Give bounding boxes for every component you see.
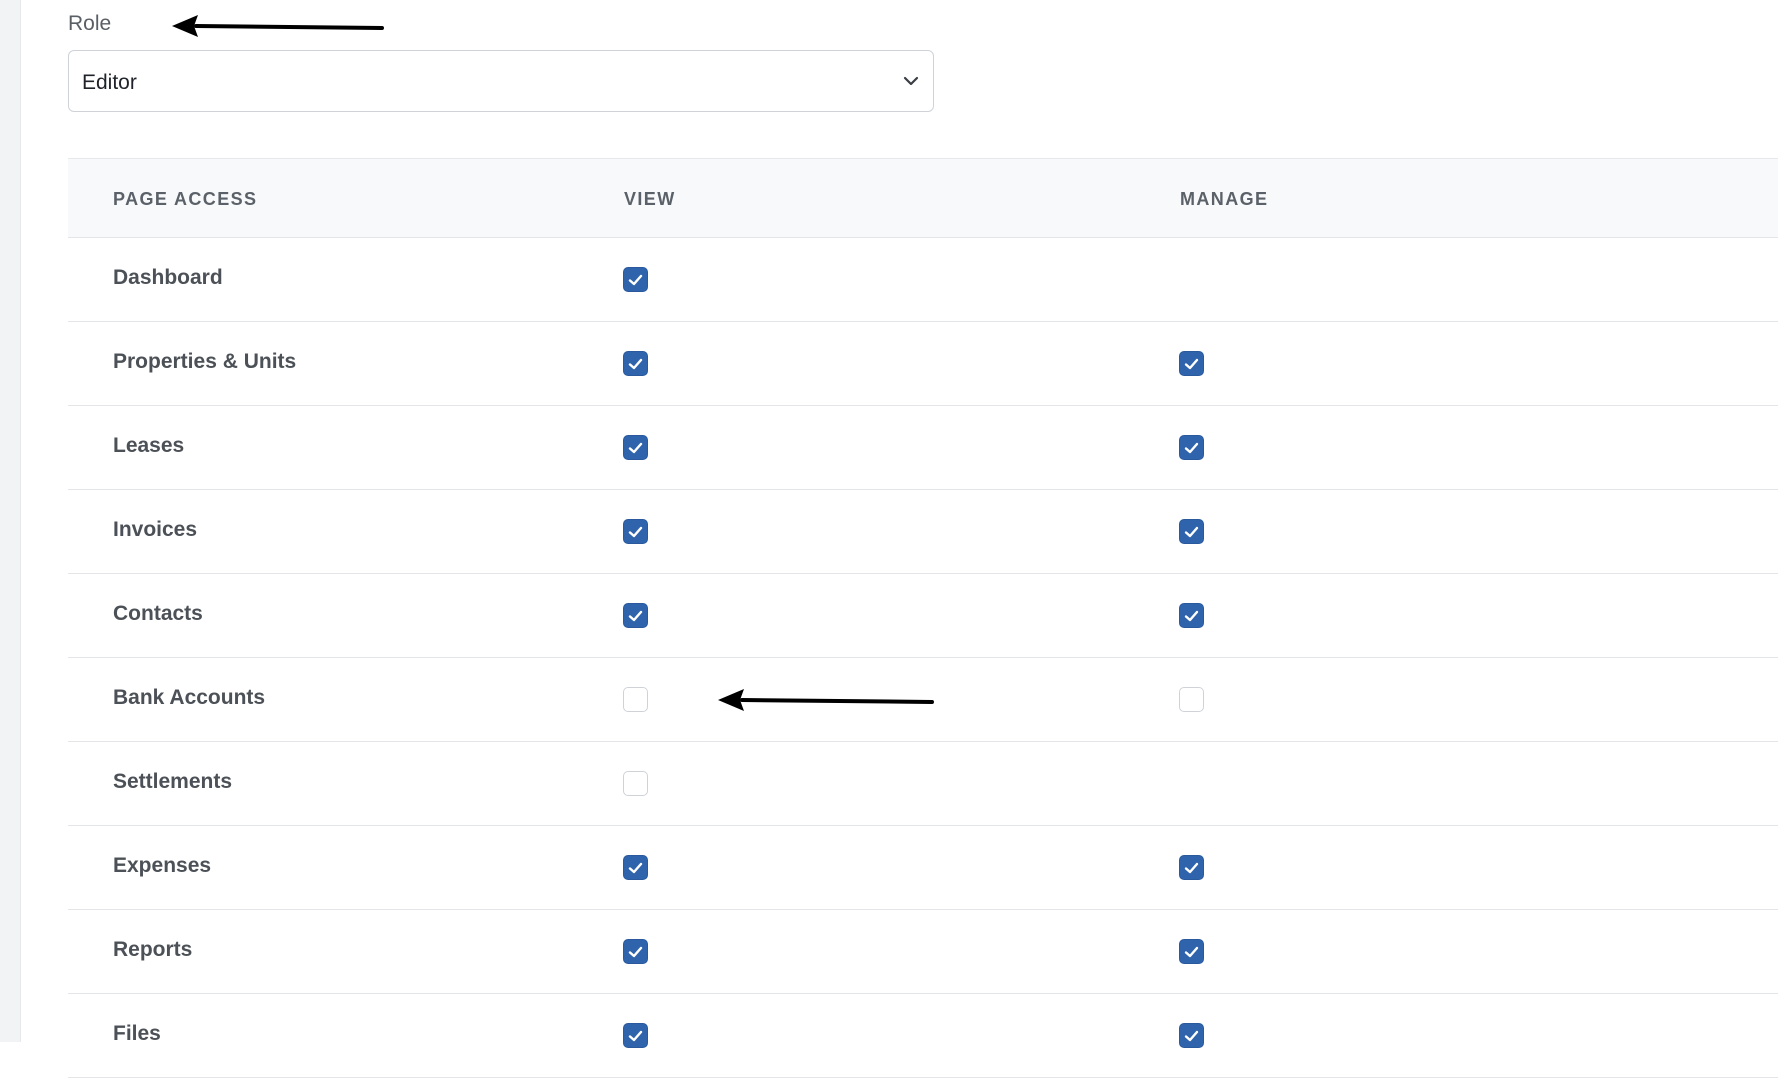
checkmark-icon [628, 862, 643, 873]
view-checkbox[interactable] [623, 1023, 648, 1048]
page-name: Reports [113, 938, 193, 961]
view-checkbox[interactable] [623, 435, 648, 460]
view-checkbox[interactable] [623, 939, 648, 964]
table-row: Leases [68, 406, 1778, 490]
checkmark-icon [1184, 862, 1199, 873]
manage-checkbox[interactable] [1179, 603, 1204, 628]
header-manage: MANAGE [1180, 189, 1269, 209]
manage-checkbox[interactable] [1179, 939, 1204, 964]
table-row: Expenses [68, 826, 1778, 910]
checkmark-icon [628, 946, 643, 957]
checkmark-icon [1184, 946, 1199, 957]
view-checkbox[interactable] [623, 771, 648, 796]
table-row: Properties & Units [68, 322, 1778, 406]
view-checkbox[interactable] [623, 855, 648, 880]
view-checkbox[interactable] [623, 267, 648, 292]
page-name: Files [113, 1022, 161, 1045]
page-name: Bank Accounts [113, 686, 266, 709]
left-rail [0, 0, 21, 1042]
chevron-down-icon [903, 76, 919, 86]
table-row: Reports [68, 910, 1778, 994]
page-name: Dashboard [113, 266, 223, 289]
table-row: Contacts [68, 574, 1778, 658]
header-view: VIEW [624, 189, 676, 209]
page-access-table: PAGE ACCESS VIEW MANAGE Dashboard Propert… [68, 158, 1778, 1078]
view-checkbox[interactable] [623, 351, 648, 376]
table-row: Files [68, 994, 1778, 1078]
checkmark-icon [628, 610, 643, 621]
checkmark-icon [1184, 526, 1199, 537]
role-select-value: Editor [82, 71, 137, 94]
annotation-arrow-icon [718, 689, 934, 711]
view-checkbox[interactable] [623, 603, 648, 628]
table-body: Dashboard Properties & Units Leases Invoice… [68, 238, 1778, 1078]
page-name: Leases [113, 434, 185, 457]
checkmark-icon [628, 358, 643, 369]
checkmark-icon [1184, 442, 1199, 453]
view-checkbox[interactable] [623, 519, 648, 544]
checkmark-icon [1184, 1030, 1199, 1041]
role-select[interactable]: Editor [68, 50, 934, 112]
page-name: Properties & Units [113, 350, 297, 373]
header-page-access: PAGE ACCESS [113, 189, 258, 209]
checkmark-icon [628, 442, 643, 453]
page-name: Contacts [113, 602, 203, 625]
table-header: PAGE ACCESS VIEW MANAGE [68, 158, 1778, 238]
checkmark-icon [628, 526, 643, 537]
table-row: Dashboard [68, 238, 1778, 322]
manage-checkbox[interactable] [1179, 855, 1204, 880]
page-name: Expenses [113, 854, 212, 877]
checkmark-icon [628, 274, 643, 285]
table-row: Settlements [68, 742, 1778, 826]
page-name: Invoices [113, 518, 198, 541]
manage-checkbox[interactable] [1179, 1023, 1204, 1048]
annotation-arrow-icon [172, 15, 384, 37]
page-name: Settlements [113, 770, 233, 793]
view-checkbox[interactable] [623, 687, 648, 712]
role-label: Role [68, 12, 112, 35]
checkmark-icon [1184, 358, 1199, 369]
manage-checkbox[interactable] [1179, 435, 1204, 460]
manage-checkbox[interactable] [1179, 519, 1204, 544]
checkmark-icon [1184, 610, 1199, 621]
manage-checkbox[interactable] [1179, 351, 1204, 376]
table-row: Invoices [68, 490, 1778, 574]
checkmark-icon [628, 1030, 643, 1041]
manage-checkbox[interactable] [1179, 687, 1204, 712]
